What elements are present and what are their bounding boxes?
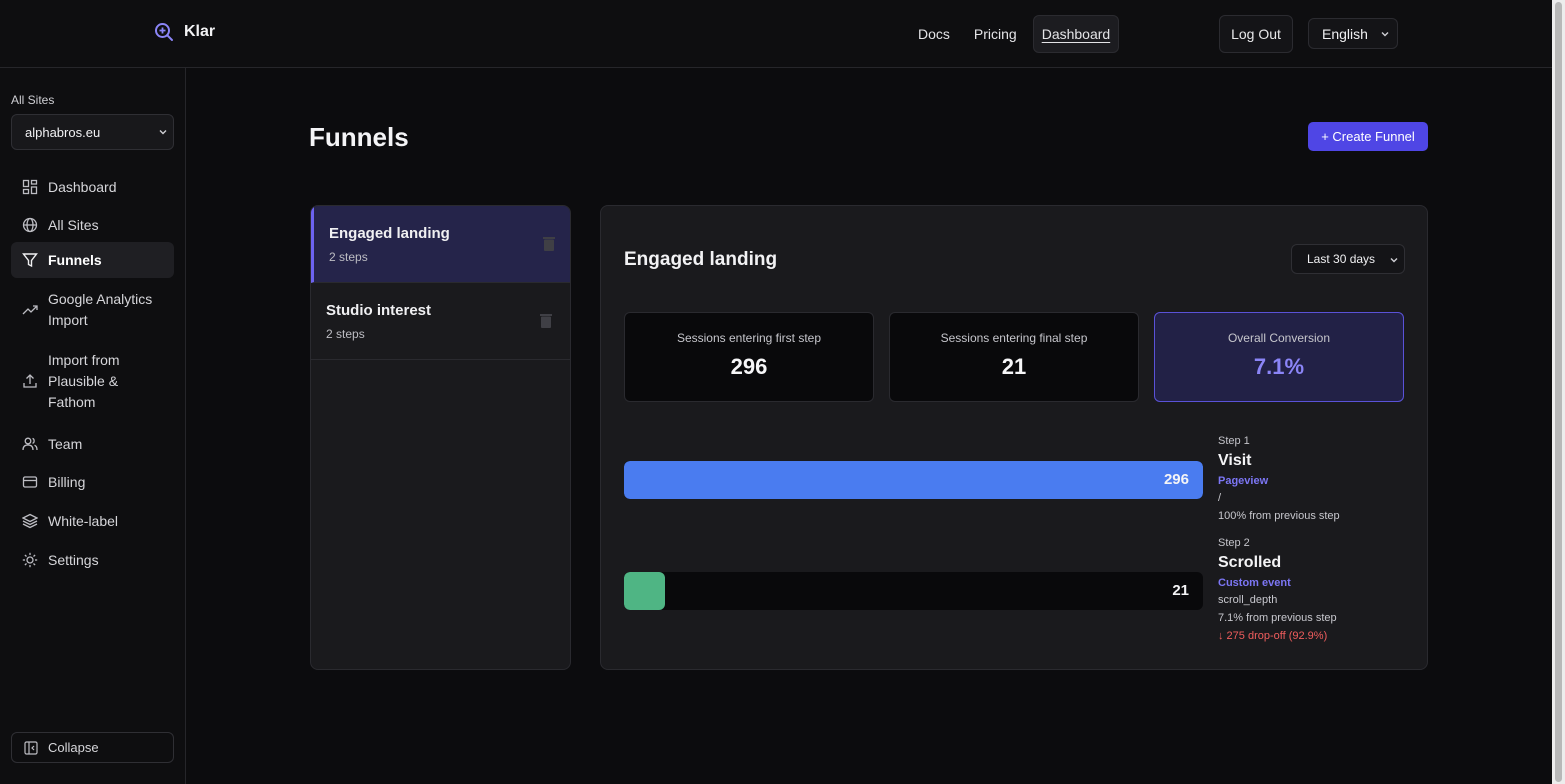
step-number: Step 1: [1218, 435, 1250, 447]
sidebar-item-google-analytics-import[interactable]: Google Analytics Import: [11, 288, 174, 332]
stat-label: Overall Conversion: [1227, 331, 1331, 345]
stat-value: 296: [730, 354, 768, 379]
sidebar-item-label: Import from Plausible & Fathom: [48, 351, 120, 410]
stat-value: 21: [1001, 354, 1027, 379]
funnel-item-studio-interest[interactable]: Studio interest 2 steps: [311, 283, 570, 360]
chevron-down-icon: [1379, 28, 1391, 40]
sidebar-item-label: Settings: [48, 551, 99, 568]
funnel-list: Engaged landing 2 steps Studio interest …: [310, 205, 571, 670]
funnel-bar-fill: [624, 461, 1203, 499]
stat-card-overall-conversion: Overall Conversion 7.1%: [1154, 312, 1404, 402]
funnel-bar-track: 21: [624, 572, 1203, 610]
funnel-name: Engaged landing: [329, 225, 450, 242]
stat-card-final-step: Sessions entering final step 21: [889, 312, 1139, 402]
collapse-label: Collapse: [48, 740, 99, 755]
sidebar-item-white-label[interactable]: White-label: [11, 507, 174, 535]
sidebar-item-billing[interactable]: Billing: [11, 468, 174, 496]
step-number: Step 2: [1218, 537, 1250, 549]
grid-icon: [22, 179, 38, 195]
step-name: Scrolled: [1218, 554, 1282, 571]
stat-card-first-step: Sessions entering first step 296: [624, 312, 874, 402]
sidebar-item-label: Dashboard: [48, 178, 117, 195]
trending-up-icon: [22, 302, 38, 318]
top-navbar: Klar Docs Pricing Dashboard Log Out Engl…: [0, 0, 1552, 68]
brand[interactable]: Klar: [154, 22, 215, 42]
date-range-value: Last 30 days: [1307, 252, 1376, 266]
layers-icon: [22, 513, 38, 529]
nav-pricing[interactable]: Pricing: [966, 15, 1025, 53]
trash-icon[interactable]: [543, 236, 555, 252]
nav-docs[interactable]: Docs: [910, 15, 958, 53]
funnel-bar-fill: [624, 572, 666, 610]
site-select-value: alphabros.eu: [25, 124, 101, 140]
language-select[interactable]: English: [1308, 18, 1398, 49]
funnel-steps-count: 2 steps: [326, 327, 365, 341]
sidebar-item-label: White-label: [48, 512, 119, 529]
funnel-steps-count: 2 steps: [329, 250, 368, 264]
sidebar-item-label: Funnels: [48, 251, 102, 268]
funnel-detail-title: Engaged landing: [624, 249, 778, 270]
trash-icon[interactable]: [540, 313, 552, 329]
funnel-bar-track: 296: [624, 461, 1203, 499]
zoom-search-icon: [154, 22, 174, 42]
funnel-bar-value: 21: [1172, 582, 1189, 599]
step-from-previous: 7.1% from previous step: [1218, 612, 1337, 624]
step-from-previous: 100% from previous step: [1218, 510, 1340, 522]
sidebar-item-settings[interactable]: Settings: [11, 546, 174, 574]
users-icon: [22, 436, 38, 452]
create-funnel-button[interactable]: + Create Funnel: [1308, 122, 1428, 151]
nav-dashboard[interactable]: Dashboard: [1032, 15, 1120, 53]
stat-label: Sessions entering first step: [676, 331, 822, 345]
stat-label: Sessions entering final step: [940, 331, 1088, 345]
credit-card-icon: [22, 474, 38, 490]
language-value: English: [1322, 25, 1368, 42]
step-target: /: [1218, 492, 1222, 504]
page-scrollbar[interactable]: [1552, 0, 1565, 784]
sidebar-item-all-sites[interactable]: All Sites: [11, 211, 174, 239]
funnel-detail-panel: Engaged landing Last 30 days Sessions en…: [600, 205, 1428, 670]
sidebar: All Sites alphabros.eu Dashboard All Sit…: [0, 68, 186, 784]
step-name: Visit: [1218, 452, 1252, 469]
globe-icon: [22, 217, 38, 233]
date-range-select[interactable]: Last 30 days: [1291, 244, 1405, 274]
funnel-item-engaged-landing[interactable]: Engaged landing 2 steps: [311, 206, 570, 283]
step-type: Custom event: [1218, 577, 1291, 589]
collapse-button[interactable]: Collapse: [11, 732, 174, 763]
sidebar-item-funnels[interactable]: Funnels: [11, 242, 174, 278]
funnel-name: Studio interest: [326, 302, 432, 319]
site-select[interactable]: alphabros.eu: [11, 114, 174, 150]
chevron-down-icon: [157, 126, 169, 138]
chevron-down-icon: [1388, 254, 1400, 266]
step-drop-off: ↓ 275 drop-off (92.9%): [1218, 630, 1328, 642]
logout-button[interactable]: Log Out: [1219, 15, 1293, 53]
step-info: Step 2 Scrolled Custom event scroll_dept…: [1218, 535, 1418, 645]
step-type: Pageview: [1218, 475, 1269, 487]
sidebar-item-label: All Sites: [48, 216, 99, 233]
step-info: Step 1 Visit Pageview / 100% from previo…: [1218, 433, 1418, 525]
filter-icon: [22, 252, 38, 268]
brand-name: Klar: [184, 23, 216, 40]
funnel-bar-value: 296: [1163, 471, 1189, 488]
main-nav: Docs Pricing Dashboard: [910, 15, 1120, 53]
scrollbar-thumb[interactable]: [1555, 2, 1562, 782]
page-title: Funnels: [309, 122, 409, 152]
collapse-panel-icon: [24, 740, 38, 755]
sidebar-item-team[interactable]: Team: [11, 430, 174, 458]
sidebar-item-import-plausible-fathom[interactable]: Import from Plausible & Fathom: [11, 348, 174, 414]
stat-value: 7.1%: [1253, 354, 1305, 379]
sidebar-item-label: Google Analytics Import: [48, 291, 153, 328]
upload-icon: [22, 373, 38, 389]
sidebar-item-label: Team: [48, 435, 83, 452]
step-target: scroll_depth: [1218, 594, 1278, 606]
sun-gear-icon: [22, 552, 38, 568]
sidebar-item-label: Billing: [48, 473, 86, 490]
all-sites-label: All Sites: [11, 93, 55, 107]
sidebar-item-dashboard[interactable]: Dashboard: [11, 173, 174, 201]
